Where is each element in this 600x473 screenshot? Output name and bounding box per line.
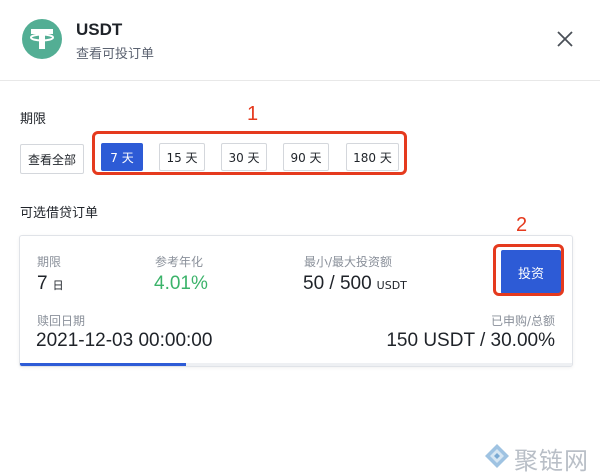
watermark-text: 聚链网 <box>514 447 589 473</box>
order-card: 期限 7日 参考年化 4.01% 最小/最大投资额 50 / 500 USDT 投… <box>19 235 573 367</box>
rate-label: 参考年化 <box>155 255 204 269</box>
period-label: 期限 <box>20 112 47 127</box>
modal-header: USDT 查看可投订单 <box>0 0 600 81</box>
tether-icon <box>22 19 62 59</box>
annotation-number-2: 2 <box>516 214 528 236</box>
watermark: 聚链网 <box>484 441 600 473</box>
redeem-date-value: 2021-12-03 00:00:00 <box>36 330 213 351</box>
annotation-box-invest <box>493 244 564 296</box>
modal-subtitle: 查看可投订单 <box>76 47 155 62</box>
coin-name: USDT <box>76 20 123 39</box>
rate-value: 4.01% <box>154 273 208 294</box>
limit-unit: USDT <box>376 279 407 292</box>
term-unit: 日 <box>52 279 64 292</box>
redeem-date-label: 赎回日期 <box>37 314 86 328</box>
view-all-button[interactable]: 查看全部 <box>20 144 84 174</box>
annotation-box-periods <box>92 131 407 175</box>
limit-value: 50 / 500 USDT <box>303 273 407 294</box>
subscription-progress-fill <box>20 363 186 366</box>
subscribed-label: 已申购/总额 <box>490 314 555 328</box>
term-value: 7日 <box>37 273 64 294</box>
term-label: 期限 <box>37 255 62 269</box>
subscribed-value: 150 USDT / 30.00% <box>386 330 555 351</box>
watermark-logo-icon <box>485 444 509 468</box>
limit-label: 最小/最大投资额 <box>304 255 393 269</box>
subscription-progress-bar <box>20 363 572 366</box>
close-icon[interactable] <box>552 26 578 52</box>
orders-label: 可选借贷订单 <box>20 206 99 221</box>
close-button[interactable] <box>552 26 578 52</box>
annotation-number-1: 1 <box>247 103 259 125</box>
